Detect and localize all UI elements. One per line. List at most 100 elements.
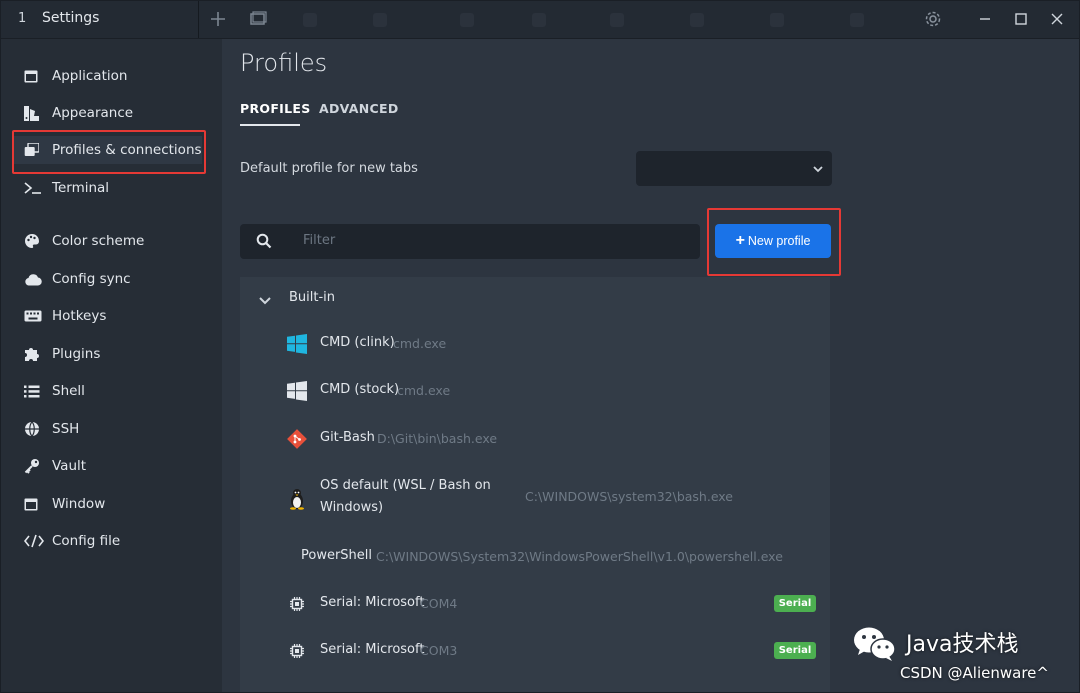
main-panel: Profiles PROFILES ADVANCED Default profi… [222, 39, 1080, 693]
plus-icon[interactable] [206, 7, 230, 31]
appearance-icon [24, 104, 46, 122]
active-tab-indicator [240, 124, 300, 126]
chip-icon [286, 640, 308, 662]
linux-icon [286, 488, 308, 510]
filter-input[interactable]: Filter [240, 224, 700, 259]
profiles-icon [24, 141, 46, 159]
profile-row[interactable]: PowerShell C:\WINDOWS\System32\WindowsPo… [240, 535, 830, 581]
application-icon [24, 67, 46, 85]
default-profile-select[interactable] [636, 151, 832, 186]
code-icon [24, 532, 46, 550]
git-icon [286, 428, 308, 450]
cloud-icon [24, 270, 46, 288]
sidebar-item-label: Config file [52, 533, 121, 549]
profile-path: D:\Git\bin\bash.exe [377, 431, 498, 446]
puzzle-icon [24, 345, 46, 363]
tab-divider [198, 0, 199, 38]
window-icon [24, 495, 46, 513]
profiles-list: Built-in CMD (clink) cmd.exe CMD (stock)… [240, 277, 830, 693]
profile-name-continued: Windows) [320, 500, 384, 515]
toolbar-placeholder [532, 13, 546, 27]
toolbar-placeholder [373, 13, 387, 27]
group-title: Built-in [289, 290, 336, 305]
sidebar-item-label: Appearance [52, 105, 134, 121]
minimize-icon[interactable] [972, 6, 998, 32]
window-icon[interactable] [246, 7, 270, 31]
sidebar-item-ssh[interactable]: SSH [14, 415, 79, 443]
sidebar-item-label: Profiles & connections [52, 142, 202, 158]
key-icon [24, 457, 46, 475]
default-profile-label: Default profile for new tabs [240, 161, 418, 176]
sidebar-item-label: Color scheme [52, 233, 145, 249]
profile-name: Serial: Microsoft [320, 595, 425, 610]
sidebar-item-profiles-connections[interactable]: Profiles & connections [14, 136, 202, 164]
profile-path: cmd.exe [397, 383, 451, 398]
sidebar-item-label: Window [52, 496, 106, 512]
profile-path: COM4 [420, 596, 458, 611]
sidebar-item-window[interactable]: Window [14, 490, 105, 518]
palette-icon [24, 232, 46, 250]
tab-title[interactable]: Settings [42, 10, 99, 26]
profile-row[interactable]: CMD (clink) cmd.exe [240, 321, 830, 367]
wechat-icon [852, 624, 898, 668]
toolbar-placeholder [770, 13, 784, 27]
page-title: Profiles [240, 49, 328, 77]
keyboard-icon [24, 307, 46, 325]
profile-row[interactable]: CMD (stock) cmd.exe [240, 369, 830, 415]
profile-path: C:\WINDOWS\System32\WindowsPowerShell\v1… [376, 549, 783, 564]
toolbar-placeholder [610, 13, 624, 27]
sidebar-item-config-file[interactable]: Config file [14, 527, 120, 555]
toolbar-placeholder [690, 13, 704, 27]
sidebar-item-label: Application [52, 68, 128, 84]
profile-row[interactable]: OS default (WSL / Bash on Windows) C:\WI… [240, 465, 830, 535]
profile-path: COM3 [420, 643, 458, 658]
serial-badge: Serial [774, 595, 816, 612]
sidebar-item-label: Config sync [52, 271, 131, 287]
filter-placeholder: Filter [303, 233, 336, 248]
sidebar-item-shell[interactable]: Shell [14, 377, 85, 405]
sidebar-item-application[interactable]: Application [14, 62, 127, 90]
profile-name: Git-Bash [320, 430, 375, 445]
serial-badge: Serial [774, 642, 816, 659]
group-header-built-in[interactable]: Built-in [240, 277, 830, 321]
profile-row[interactable]: Serial: Microsoft COM3 Serial [240, 628, 830, 674]
profile-name: CMD (stock) [320, 382, 400, 397]
profile-path: cmd.exe [393, 336, 447, 351]
windows-icon [286, 333, 308, 355]
profile-name: Serial: Microsoft [320, 642, 425, 657]
sidebar-item-appearance[interactable]: Appearance [14, 99, 133, 127]
sidebar-item-label: Hotkeys [52, 308, 107, 324]
sidebar-item-label: SSH [52, 421, 80, 437]
profile-name: PowerShell [301, 548, 373, 563]
settings-sidebar: Application Appearance Profiles & connec… [0, 39, 222, 693]
watermark-subtitle: CSDN @Alienware^ [900, 664, 1049, 682]
windows-icon [286, 380, 308, 402]
profile-row[interactable]: Serial: Microsoft COM4 Serial [240, 581, 830, 627]
close-icon[interactable] [1044, 6, 1070, 32]
sidebar-item-vault[interactable]: Vault [14, 452, 86, 480]
new-profile-label: New profile [747, 234, 811, 248]
watermark-title: Java技术栈 [906, 632, 1019, 657]
sidebar-item-hotkeys[interactable]: Hotkeys [14, 302, 106, 330]
sidebar-item-label: Plugins [52, 346, 101, 362]
tab-advanced[interactable]: ADVANCED [319, 101, 399, 116]
tab-profiles[interactable]: PROFILES [240, 101, 311, 116]
maximize-icon[interactable] [1008, 6, 1034, 32]
gear-icon[interactable] [920, 6, 946, 32]
chevron-down-icon [812, 160, 824, 179]
sidebar-item-label: Vault [52, 458, 87, 474]
sidebar-item-config-sync[interactable]: Config sync [14, 265, 131, 293]
sidebar-item-terminal[interactable]: Terminal [14, 174, 109, 202]
sidebar-item-plugins[interactable]: Plugins [14, 340, 100, 368]
profile-row[interactable]: Git-Bash D:\Git\bin\bash.exe [240, 417, 830, 463]
new-profile-button[interactable]: + New profile [715, 224, 831, 258]
title-bar: 1 Settings [0, 0, 1080, 39]
search-icon [256, 233, 272, 253]
profile-name: CMD (clink) [320, 335, 395, 350]
profile-path: C:\WINDOWS\system32\bash.exe [525, 489, 734, 504]
sidebar-item-label: Terminal [52, 180, 110, 196]
sidebar-item-color-scheme[interactable]: Color scheme [14, 227, 144, 255]
chip-icon [286, 593, 308, 615]
terminal-icon [24, 179, 46, 197]
plus-icon: + [735, 232, 745, 249]
